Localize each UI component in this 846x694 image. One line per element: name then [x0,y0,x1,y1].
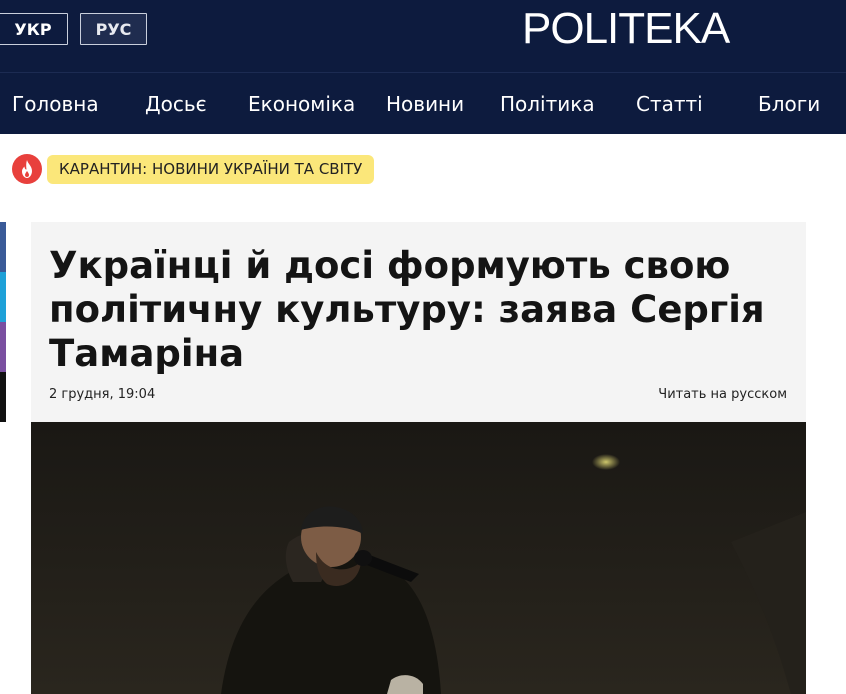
article-photo-image [31,422,806,694]
top-header: УКР РУС POLITEKA [0,0,846,72]
nav-item-news[interactable]: Новини [386,73,464,135]
flame-icon [12,154,42,184]
nav-item-articles[interactable]: Статті [636,73,703,135]
main-navigation: Головна Досьє Економіка Новини Політика … [0,72,846,134]
site-logo[interactable]: POLITEKA [522,4,730,54]
language-ukr-button[interactable]: УКР [0,13,68,45]
share-viber-button[interactable] [0,322,6,372]
article-date: 2 грудня, 19:04 [49,387,156,402]
language-rus-button[interactable]: РУС [80,13,147,45]
nav-item-blogs[interactable]: Блоги [758,73,820,135]
read-in-russian-link[interactable]: Читать на русском [658,387,787,402]
share-facebook-button[interactable] [0,222,6,272]
share-telegram-button[interactable] [0,372,6,422]
nav-item-home[interactable]: Головна [12,73,99,135]
article-title: Українці й досі формують свою політичну … [49,244,765,375]
article-photo [31,422,806,694]
nav-item-politics[interactable]: Політика [500,73,595,135]
nav-item-economy[interactable]: Економіка [248,73,355,135]
share-twitter-button[interactable] [0,272,6,322]
hot-topic-tag[interactable]: КАРАНТИН: НОВИНИ УКРАЇНИ ТА СВІТУ [47,155,375,184]
nav-item-dossier[interactable]: Досьє [145,73,207,135]
